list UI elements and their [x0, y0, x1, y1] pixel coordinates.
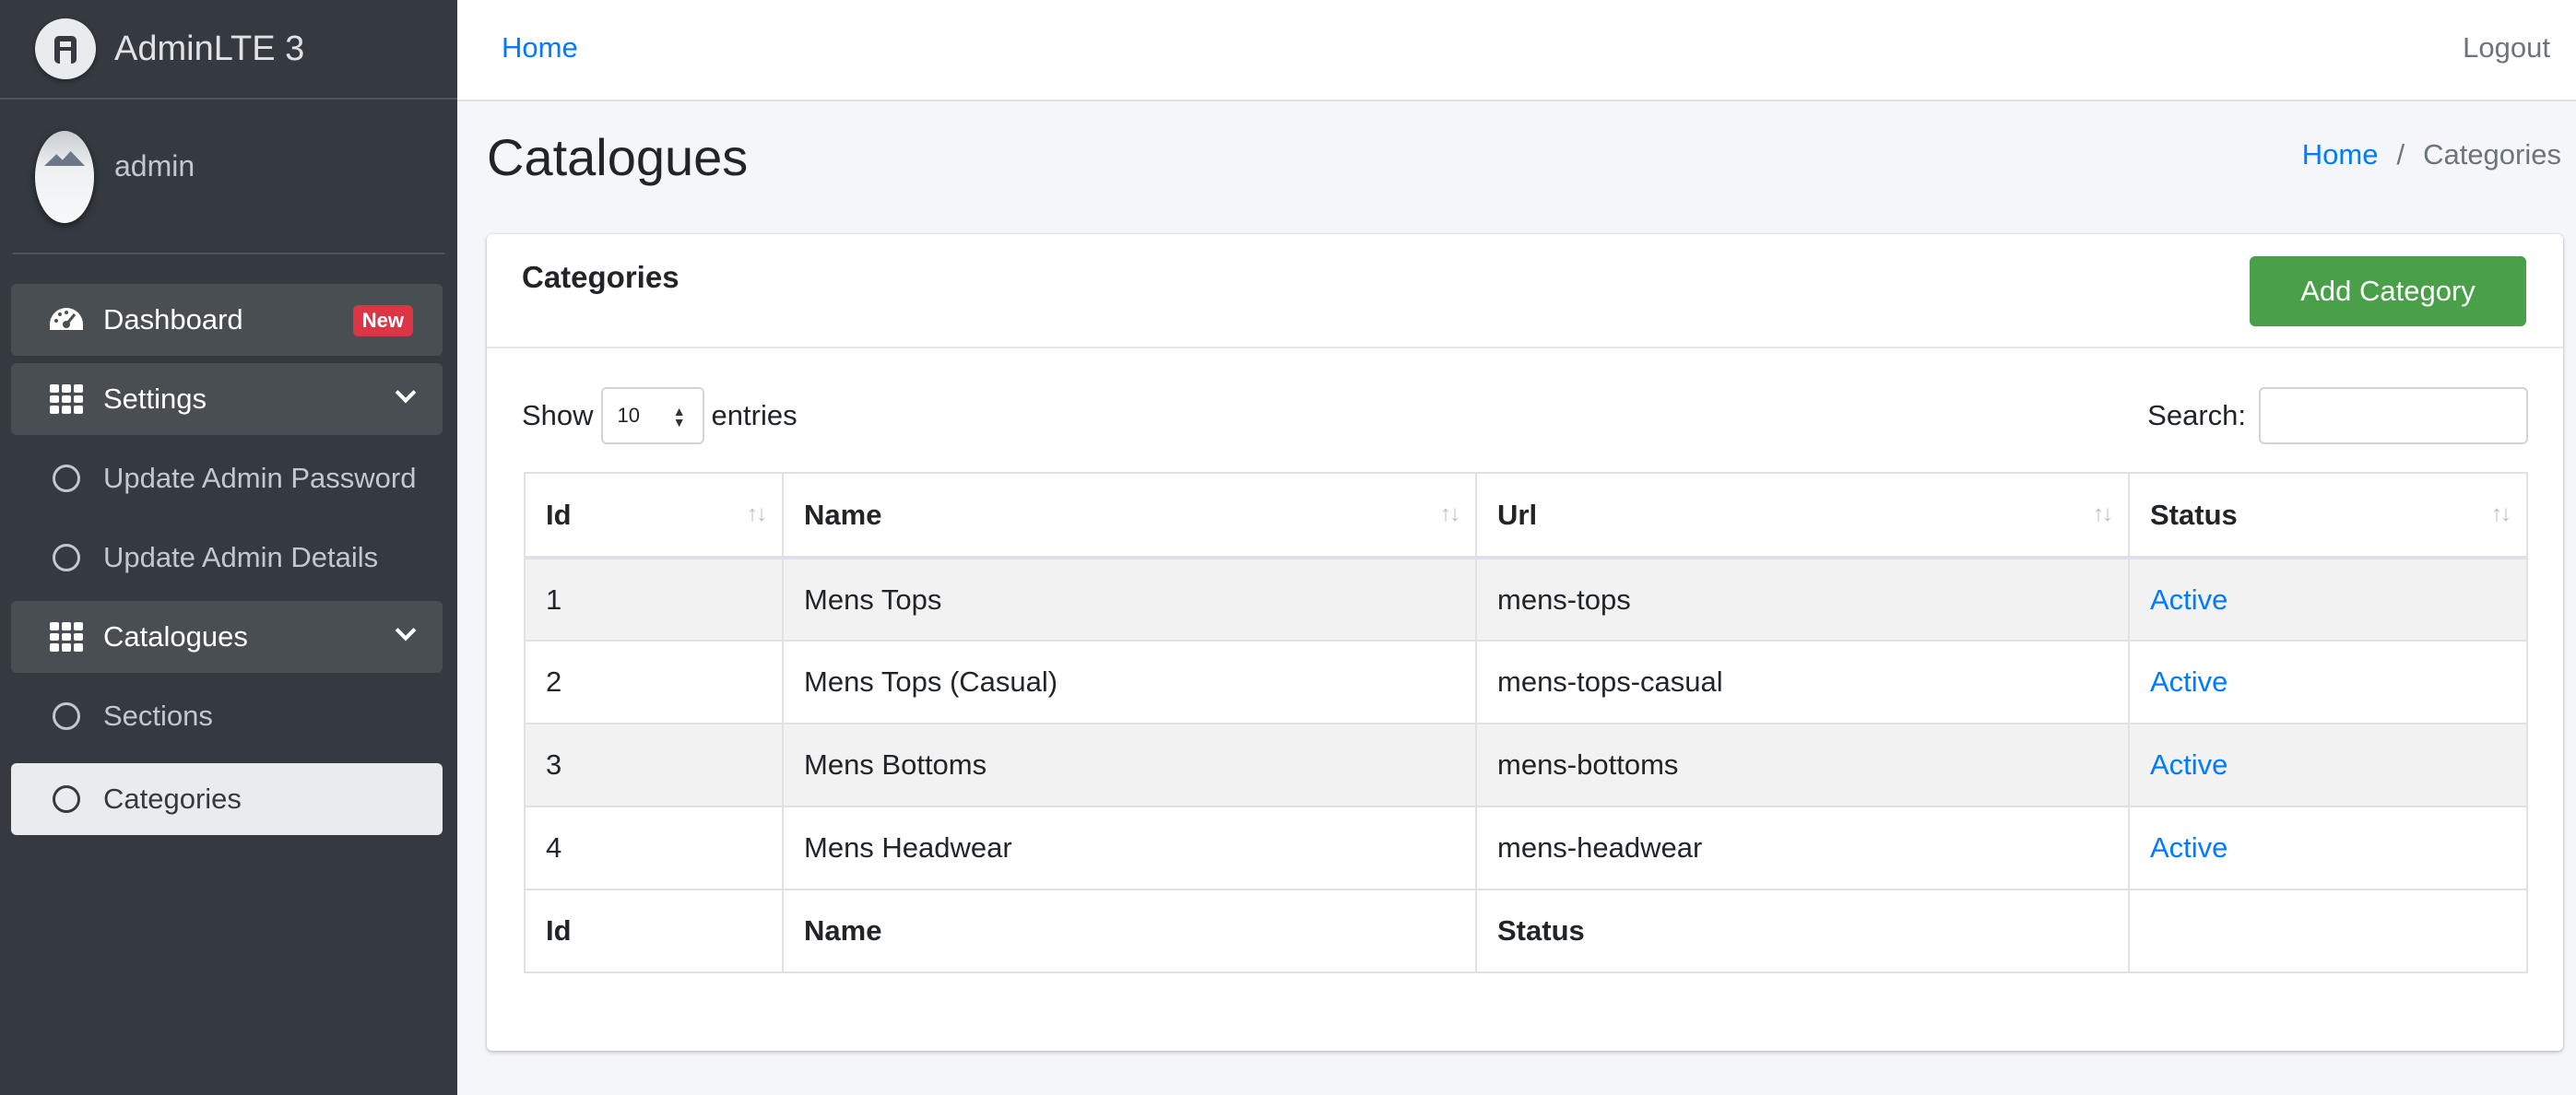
user-name[interactable]: admin	[114, 149, 195, 183]
entries-length: Show 10 ▲ ▼ entries	[522, 385, 798, 446]
cell-url: mens-bottoms	[1475, 723, 2130, 807]
cell-url: mens-tops	[1475, 557, 2130, 642]
cell-name: Mens Tops (Casual)	[782, 640, 1477, 724]
grid-icon	[48, 622, 85, 652]
circle-icon	[48, 702, 85, 730]
footer-cell-id: Id	[524, 889, 784, 973]
entries-select-value: 10	[617, 404, 641, 427]
chevron-down-icon	[395, 382, 417, 404]
nav-home-link[interactable]: Home	[502, 31, 578, 65]
card-header: Categories Add Category	[487, 234, 2563, 348]
footer-cell-empty	[2128, 889, 2528, 973]
sidebar-item-update-admin-details[interactable]: Update Admin Details	[11, 522, 443, 594]
breadcrumb-current: Categories	[2423, 138, 2561, 171]
footer-cell-name: Name	[782, 889, 1477, 973]
sort-icon: ↑↓	[1440, 501, 1460, 526]
cell-name: Mens Tops	[782, 557, 1477, 642]
user-panel: admin	[13, 100, 444, 254]
sidebar-item-label: Update Admin Details	[103, 541, 379, 573]
status-link[interactable]: Active	[2128, 557, 2528, 642]
sort-icon: ↑↓	[747, 501, 767, 526]
sidebar-item-label: Categories	[103, 783, 242, 815]
circle-icon	[48, 785, 85, 813]
column-header-label: Name	[804, 498, 882, 531]
column-header-name[interactable]: Name ↑↓	[782, 472, 1477, 559]
column-header-url[interactable]: Url ↑↓	[1475, 472, 2130, 559]
categories-table: Id ↑↓ Name ↑↓ Url ↑↓ Status ↑↓ 1 Mens Tops m…	[524, 472, 2528, 973]
sidebar-item-catalogues[interactable]: Catalogues	[11, 601, 443, 673]
column-header-status[interactable]: Status ↑↓	[2128, 472, 2528, 559]
card-title: Categories	[522, 260, 679, 294]
page-title: Catalogues	[487, 128, 749, 186]
sort-icon: ↑↓	[2093, 501, 2113, 526]
table-row: 3 Mens Bottoms mens-bottoms Active	[524, 723, 2528, 807]
top-navbar: Home Logout	[457, 0, 2576, 101]
categories-card: Categories Add Category Show 10 ▲ ▼ entri…	[487, 234, 2563, 1051]
brand-link[interactable]: AdminLTE 3	[0, 0, 457, 100]
logout-link[interactable]: Logout	[2463, 31, 2550, 65]
sidebar-item-label: Dashboard	[103, 303, 243, 336]
column-header-label: Url	[1497, 498, 1538, 531]
sidebar-item-label: Update Admin Password	[103, 462, 417, 494]
brand-title: AdminLTE 3	[114, 29, 305, 68]
entries-label: entries	[711, 399, 798, 431]
show-label: Show	[522, 399, 594, 431]
avatar[interactable]	[35, 131, 94, 223]
sidebar-item-label: Sections	[103, 700, 213, 732]
sort-icon: ↑↓	[2491, 501, 2511, 526]
adminlte-logo-icon	[35, 18, 96, 79]
entries-select[interactable]: 10 ▲ ▼	[600, 387, 704, 444]
cell-name: Mens Bottoms	[782, 723, 1477, 807]
cell-url: mens-tops-casual	[1475, 640, 2130, 724]
cell-name: Mens Headwear	[782, 806, 1477, 890]
new-badge: New	[352, 305, 413, 336]
circle-icon	[48, 544, 85, 571]
breadcrumb: Home / Categories	[2302, 138, 2561, 171]
sidebar-item-categories[interactable]: Categories	[11, 763, 443, 835]
grid-icon	[48, 384, 85, 414]
breadcrumb-separator: /	[2396, 138, 2405, 171]
sidebar-item-sections[interactable]: Sections	[11, 680, 443, 752]
search-label: Search:	[2147, 399, 2246, 431]
sidebar-item-label: Settings	[103, 383, 207, 415]
column-header-label: Status	[2150, 498, 2238, 531]
cell-id: 1	[524, 557, 784, 642]
cell-id: 3	[524, 723, 784, 807]
cell-id: 4	[524, 806, 784, 890]
table-footer-row: Id Name Status	[524, 889, 2528, 973]
table-header-row: Id ↑↓ Name ↑↓ Url ↑↓ Status ↑↓	[524, 472, 2528, 559]
breadcrumb-home-link[interactable]: Home	[2302, 138, 2379, 171]
table-row: 1 Mens Tops mens-tops Active	[524, 557, 2528, 642]
status-link[interactable]: Active	[2128, 806, 2528, 890]
table-row: 2 Mens Tops (Casual) mens-tops-casual Ac…	[524, 640, 2528, 724]
chevron-down-icon	[395, 619, 417, 642]
footer-cell-status: Status	[1475, 889, 2130, 973]
cell-id: 2	[524, 640, 784, 724]
status-link[interactable]: Active	[2128, 723, 2528, 807]
column-header-id[interactable]: Id ↑↓	[524, 472, 784, 559]
sidebar-item-settings[interactable]: Settings	[11, 363, 443, 435]
datatable-controls: Show 10 ▲ ▼ entries Search:	[522, 385, 2528, 446]
search-input[interactable]	[2259, 387, 2528, 444]
column-header-label: Id	[546, 498, 572, 531]
main-sidebar: AdminLTE 3 admin Dashboard New Settings …	[0, 0, 457, 1095]
table-search: Search:	[2147, 385, 2528, 446]
add-category-button[interactable]: Add Category	[2250, 256, 2526, 326]
cell-url: mens-headwear	[1475, 806, 2130, 890]
status-link[interactable]: Active	[2128, 640, 2528, 724]
tachometer-icon	[48, 306, 85, 334]
select-arrows-icon: ▲ ▼	[672, 404, 686, 430]
table-row: 4 Mens Headwear mens-headwear Active	[524, 806, 2528, 890]
sidebar-item-dashboard[interactable]: Dashboard New	[11, 284, 443, 356]
sidebar-item-label: Catalogues	[103, 620, 248, 653]
sidebar-item-update-admin-password[interactable]: Update Admin Password	[11, 442, 443, 514]
circle-icon	[48, 465, 85, 492]
